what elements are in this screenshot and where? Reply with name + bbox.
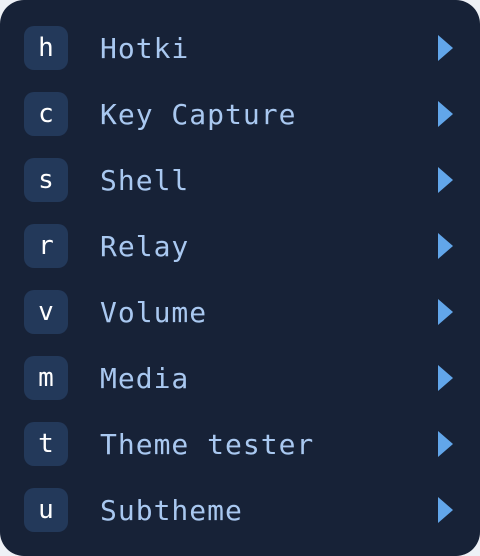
menu-item-label: Theme tester	[100, 427, 315, 461]
chevron-right-icon	[438, 365, 453, 391]
chevron-right-icon	[438, 497, 453, 523]
key-badge: s	[24, 158, 68, 202]
key-badge: u	[24, 488, 68, 532]
chevron-right-icon	[438, 101, 453, 127]
menu-item-hotki[interactable]: h Hotki	[0, 14, 480, 80]
key-badge: m	[24, 356, 68, 400]
menu-item-relay[interactable]: r Relay	[0, 212, 480, 278]
menu-item-subtheme[interactable]: u Subtheme	[0, 476, 480, 542]
menu-item-theme-tester[interactable]: t Theme tester	[0, 410, 480, 476]
chevron-right-icon	[438, 233, 453, 259]
chevron-right-icon	[438, 35, 453, 61]
menu-item-label: Media	[100, 361, 190, 395]
menu-item-label: Shell	[100, 163, 190, 197]
key-badge: r	[24, 224, 68, 268]
menu-item-label: Subtheme	[100, 493, 243, 527]
key-badge: h	[24, 26, 68, 70]
menu-item-key-capture[interactable]: c Key Capture	[0, 80, 480, 146]
menu-item-shell[interactable]: s Shell	[0, 146, 480, 212]
chevron-right-icon	[438, 299, 453, 325]
key-badge: t	[24, 422, 68, 466]
menu-item-label: Relay	[100, 229, 190, 263]
key-badge: c	[24, 92, 68, 136]
menu-item-label: Hotki	[100, 31, 190, 65]
key-badge: v	[24, 290, 68, 334]
hotkey-menu: h Hotki c Key Capture s Shell r Relay v …	[0, 0, 480, 556]
menu-item-label: Key Capture	[100, 97, 297, 131]
menu-item-media[interactable]: m Media	[0, 344, 480, 410]
chevron-right-icon	[438, 167, 453, 193]
chevron-right-icon	[438, 431, 453, 457]
menu-item-volume[interactable]: v Volume	[0, 278, 480, 344]
menu-item-label: Volume	[100, 295, 208, 329]
